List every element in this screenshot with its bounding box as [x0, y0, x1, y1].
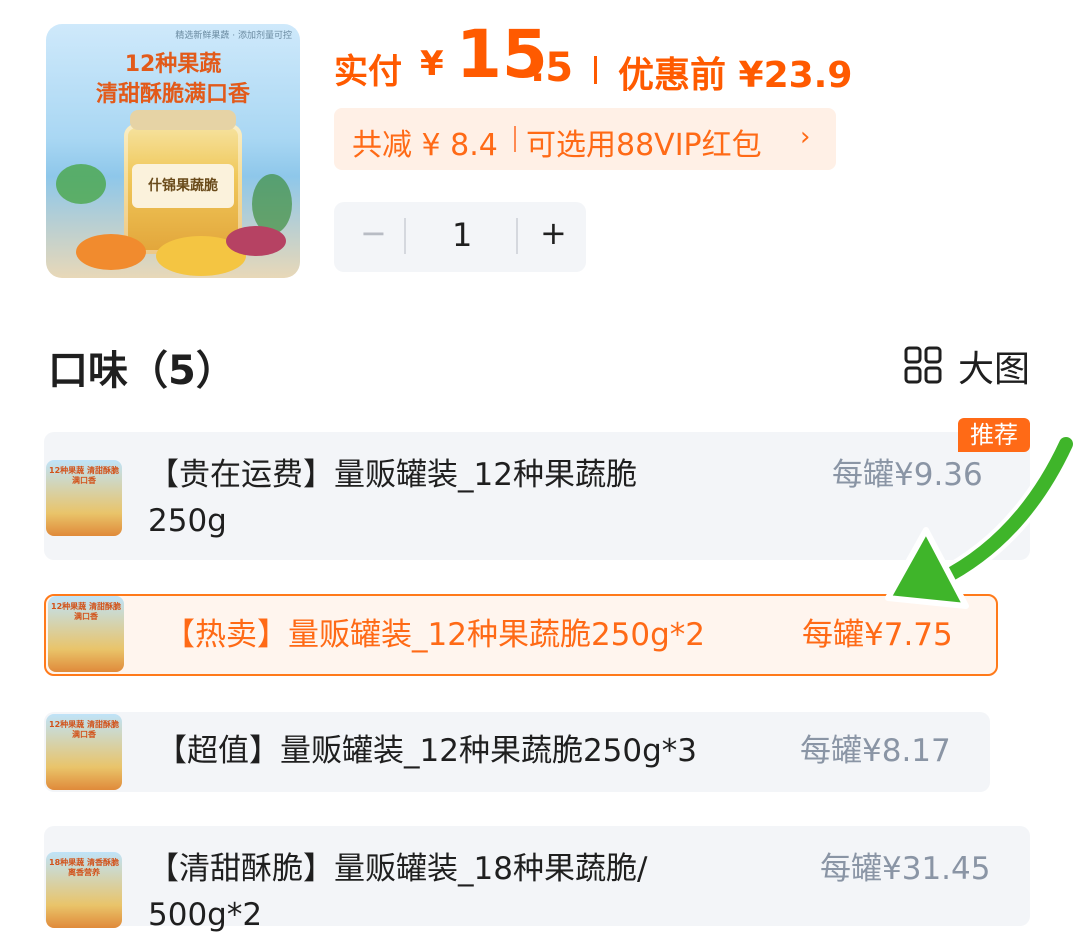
leaf-decoration [56, 164, 106, 204]
chevron-right-icon[interactable]: › [800, 122, 810, 152]
option-tag: 【热卖】 [164, 617, 288, 653]
option-name-line2: 250g [148, 503, 227, 539]
option-name: 【清甜酥脆】量贩罐装_18种果蔬脆/ 500g*2 [148, 846, 768, 938]
option-thumbnail: 12种果蔬 清甜酥脆满口香 [48, 596, 124, 672]
thumbnail-text: 12种果蔬 清甜酥脆满口香 [51, 602, 121, 621]
original-price: 优惠前 ¥23.9 [618, 55, 853, 96]
stepper-divider [516, 218, 518, 254]
option-name-line1: 量贩罐装_18种果蔬脆/ [334, 851, 648, 887]
product-image[interactable]: 精选新鲜果蔬 · 添加剂量可控 12种果蔬 清甜酥脆满口香 什锦果蔬脆 [46, 24, 300, 278]
quantity-value[interactable]: 1 [452, 216, 472, 254]
grid-view-icon[interactable] [904, 346, 942, 384]
option-tag: 【贵在运费】 [148, 457, 334, 493]
product-image-title-2: 清甜酥脆满口香 [95, 82, 250, 107]
option-tag: 【超值】 [156, 733, 280, 769]
option-thumbnail: 12种果蔬 清甜酥脆满口香 [46, 714, 122, 790]
option-name: 【超值】量贩罐装_12种果蔬脆250g*3 [156, 728, 697, 774]
flavor-option[interactable]: 18种果蔬 清香酥脆 离香营养 【清甜酥脆】量贩罐装_18种果蔬脆/ 500g*… [44, 826, 1030, 933]
price-divider [594, 56, 597, 84]
flavor-option-selected[interactable]: 12种果蔬 清甜酥脆满口香 【热卖】量贩罐装_12种果蔬脆250g*2 每罐¥7… [44, 594, 998, 676]
thumbnail-text: 18种果蔬 清香酥脆 离香营养 [49, 858, 119, 877]
option-name-line1: 量贩罐装_12种果蔬脆250g*3 [280, 733, 698, 769]
product-jar: 什锦果蔬脆 [124, 110, 242, 254]
option-name: 【贵在运费】量贩罐装_12种果蔬脆 250g [148, 452, 768, 544]
jar-lid [130, 110, 236, 130]
total-discount: 共减 ¥ 8.4 [352, 128, 498, 163]
option-name-line1: 量贩罐装_12种果蔬脆 [334, 457, 637, 493]
product-image-caption: 精选新鲜果蔬 · 添加剂量可控 [175, 31, 292, 41]
increase-button[interactable]: + [540, 214, 567, 252]
flavor-section-title: 口味（5） [48, 348, 236, 394]
leaf-decoration [252, 174, 292, 234]
option-name-line1: 量贩罐装_12种果蔬脆250g*2 [288, 617, 706, 653]
option-name-line2: 500g*2 [148, 897, 263, 933]
vip-coupon-link[interactable]: 可选用88VIP红包 [526, 120, 762, 164]
option-tag: 【清甜酥脆】 [148, 851, 334, 887]
decrease-button[interactable]: − [360, 214, 387, 252]
thumbnail-text: 12种果蔬 清甜酥脆满口香 [49, 720, 119, 739]
flavor-option[interactable]: 12种果蔬 清甜酥脆满口香 【超值】量贩罐装_12种果蔬脆250g*3 每罐¥8… [44, 712, 990, 792]
thumbnail-text: 12种果蔬 清甜酥脆满口香 [49, 466, 119, 485]
option-price: 每罐¥31.45 [820, 851, 991, 887]
pay-currency: ¥ [420, 44, 444, 84]
pay-label: 实付 [334, 52, 402, 92]
fruit-chip [76, 234, 146, 270]
fruit-chip [226, 226, 286, 256]
jar-label: 什锦果蔬脆 [132, 164, 234, 208]
pay-price-decimal: .5 [530, 45, 574, 91]
option-thumbnail: 18种果蔬 清香酥脆 离香营养 [46, 852, 122, 928]
product-image-title-1: 12种果蔬 [124, 52, 222, 77]
option-name: 【热卖】量贩罐装_12种果蔬脆250g*2 [164, 612, 705, 658]
discount-divider [514, 126, 516, 152]
stepper-divider [404, 218, 406, 254]
option-price: 每罐¥8.17 [800, 733, 951, 769]
option-thumbnail: 12种果蔬 清甜酥脆满口香 [46, 460, 122, 536]
green-arrow-annotation [885, 433, 1077, 609]
large-image-toggle[interactable]: 大图 [958, 340, 1030, 392]
